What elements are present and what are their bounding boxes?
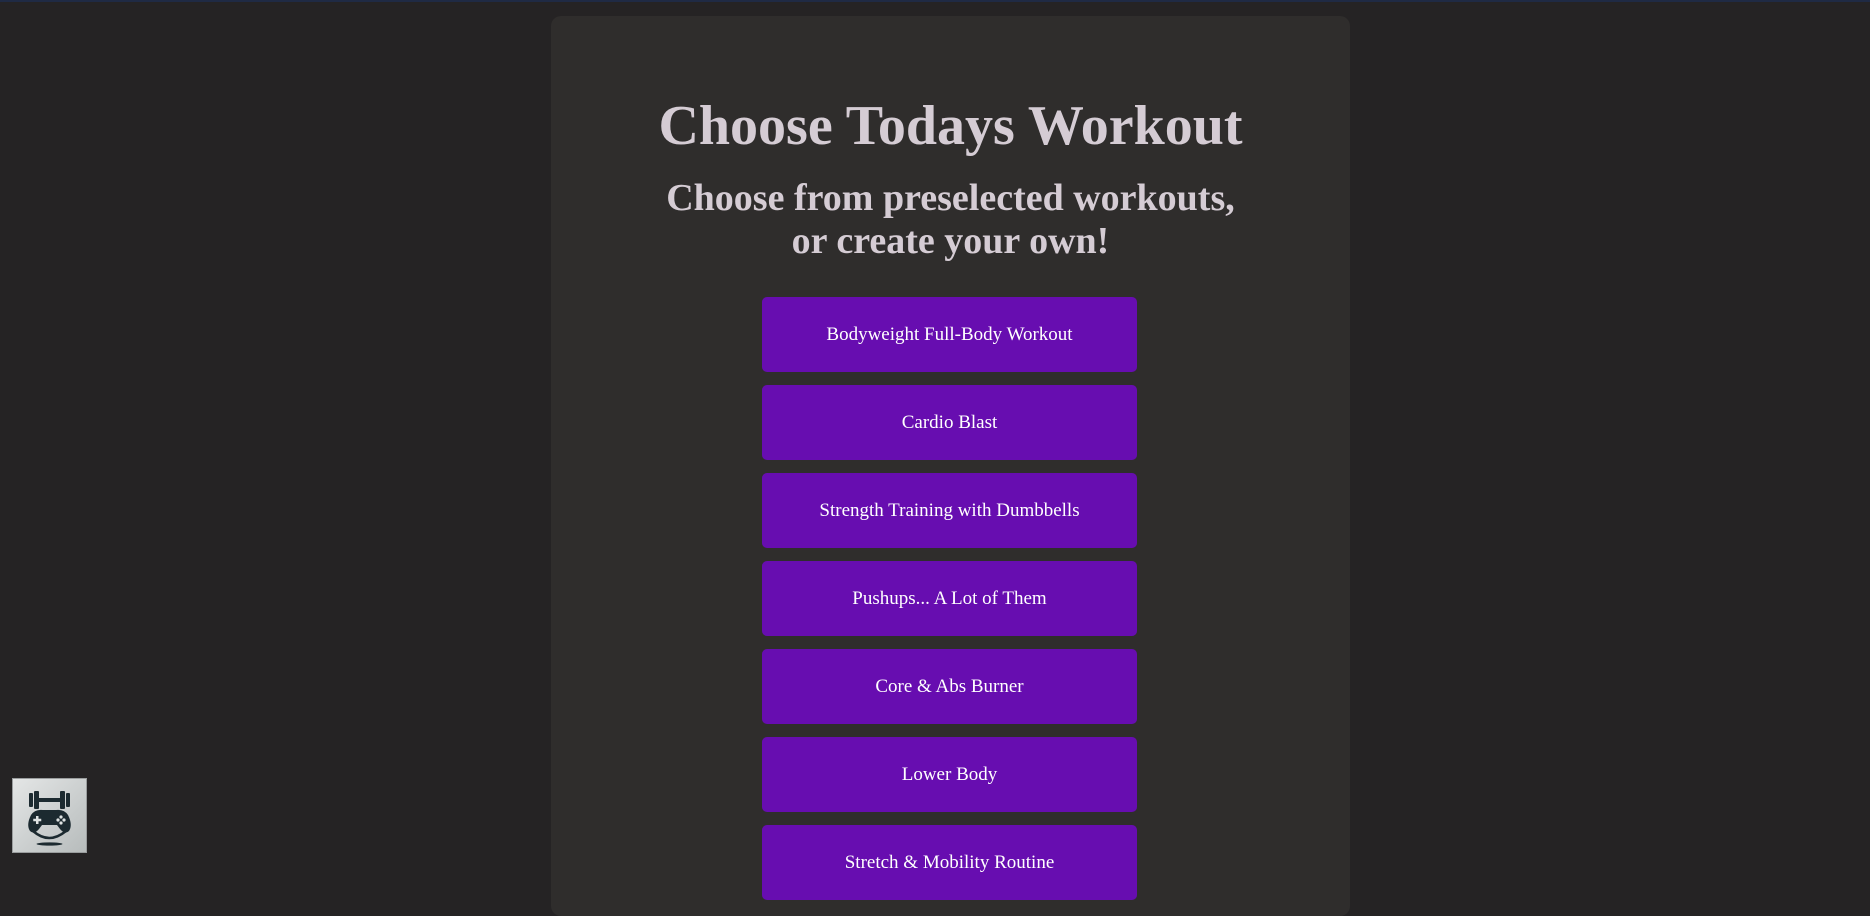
workout-button-bodyweight-full-body[interactable]: Bodyweight Full-Body Workout <box>762 297 1137 372</box>
page-title: Choose Todays Workout <box>658 95 1243 157</box>
workout-button-cardio-blast[interactable]: Cardio Blast <box>762 385 1137 460</box>
subtitle-line-2: or create your own! <box>791 220 1110 262</box>
dumbbell-gamepad-graphic <box>28 791 71 846</box>
dumbbell-gamepad-icon[interactable] <box>12 778 87 853</box>
workout-panel: Choose Todays Workout Choose from presel… <box>551 16 1350 916</box>
workout-list: Bodyweight Full-Body Workout Cardio Blas… <box>762 297 1137 913</box>
workout-button-core-abs[interactable]: Core & Abs Burner <box>762 649 1137 724</box>
subtitle-line-1: Choose from preselected workouts, <box>666 177 1235 219</box>
workout-button-pushups[interactable]: Pushups... A Lot of Them <box>762 561 1137 636</box>
workout-button-lower-body[interactable]: Lower Body <box>762 737 1137 812</box>
top-border <box>0 0 1870 2</box>
workout-button-strength-dumbbells[interactable]: Strength Training with Dumbbells <box>762 473 1137 548</box>
workout-button-stretch-mobility[interactable]: Stretch & Mobility Routine <box>762 825 1137 900</box>
page-subtitle: Choose from preselected workouts, or cre… <box>551 177 1350 263</box>
